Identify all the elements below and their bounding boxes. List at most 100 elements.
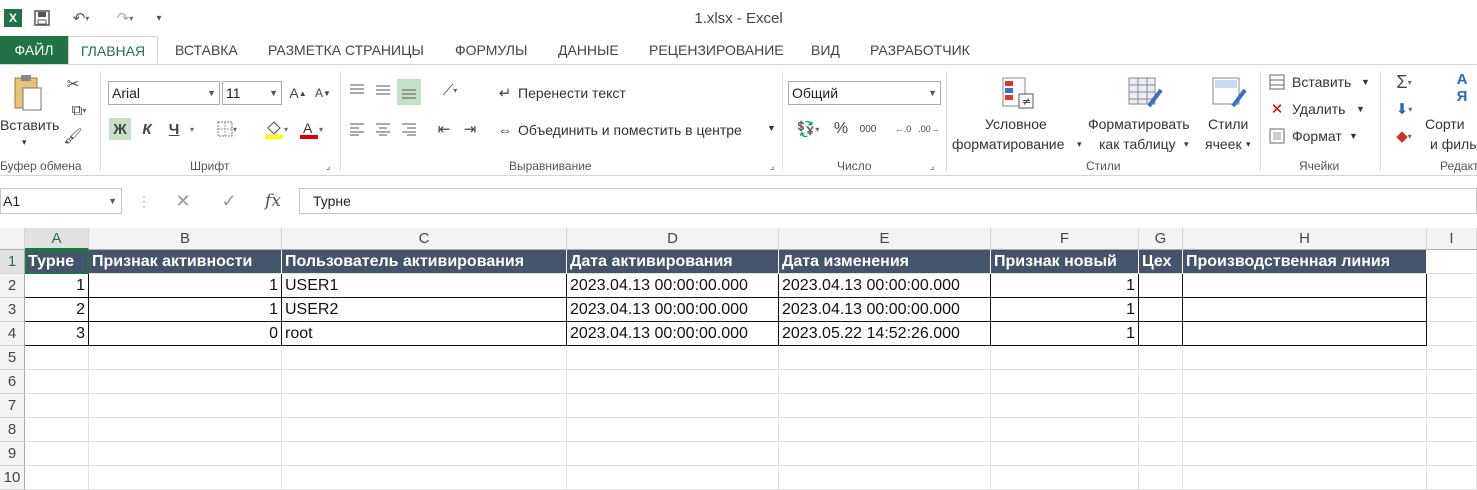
align-center-icon[interactable] — [372, 118, 394, 140]
row-header-1[interactable]: 1 — [0, 250, 25, 274]
cell-h5[interactable] — [1183, 346, 1427, 370]
cell-d2[interactable]: 2023.04.13 00:00:00.000 — [567, 274, 779, 298]
column-header-f[interactable]: F — [991, 228, 1139, 250]
font-color-icon[interactable]: A ▾ — [296, 118, 326, 140]
paste-button[interactable]: Вставить — [0, 117, 59, 133]
sort-filter-label-2[interactable]: и филь — [1430, 136, 1477, 152]
currency-format-icon[interactable]: 💱 ▾ — [790, 118, 826, 140]
cell-f10[interactable] — [991, 466, 1139, 490]
row-header-9[interactable]: 9 — [0, 442, 25, 466]
copy-icon[interactable]: ⧉ ▾ — [62, 99, 96, 121]
merge-center-icon[interactable]: ⇔ — [494, 119, 516, 141]
sort-filter-icon[interactable]: AЯ — [1447, 71, 1477, 105]
cell-g3[interactable] — [1139, 298, 1183, 322]
cell-f2[interactable]: 1 — [991, 274, 1139, 298]
cell-b2[interactable]: 1 — [89, 274, 282, 298]
column-header-d[interactable]: D — [567, 228, 779, 250]
tab-page-layout[interactable]: РАЗМЕТКА СТРАНИЦЫ — [268, 36, 424, 64]
table-header-cell[interactable]: Дата изменения — [779, 250, 991, 274]
conditional-formatting-dropdown-icon[interactable]: ▾ — [1077, 139, 1082, 150]
cell-i2[interactable] — [1427, 274, 1477, 298]
cell-h3[interactable] — [1183, 298, 1427, 322]
cell-styles-dropdown-icon[interactable]: ▾ — [1246, 139, 1251, 150]
cell-e8[interactable] — [779, 418, 991, 442]
decrease-indent-icon[interactable]: ⇤ — [433, 118, 455, 140]
row-header-10[interactable]: 10 — [0, 466, 25, 490]
delete-cells-button[interactable]: Удалить — [1292, 101, 1345, 117]
tab-home[interactable]: ГЛАВНАЯ — [68, 36, 158, 64]
number-format-select[interactable]: Общий ▼ — [788, 81, 941, 105]
underline-dropdown-icon[interactable]: ▾ — [186, 118, 198, 140]
cell-d10[interactable] — [567, 466, 779, 490]
cell-a8[interactable] — [25, 418, 89, 442]
paste-dropdown-icon[interactable]: ▾ — [22, 137, 27, 148]
align-top-icon[interactable] — [346, 79, 368, 101]
cell-c5[interactable] — [282, 346, 567, 370]
format-cells-icon[interactable] — [1268, 125, 1286, 147]
format-as-table-label-2[interactable]: как таблицу — [1099, 136, 1176, 152]
table-header-cell[interactable]: Цех — [1139, 250, 1183, 274]
column-header-g[interactable]: G — [1139, 228, 1183, 250]
cell-b5[interactable] — [89, 346, 282, 370]
enter-icon[interactable]: ✓ — [218, 190, 240, 212]
cell-h4[interactable] — [1183, 322, 1427, 346]
column-header-h[interactable]: H — [1183, 228, 1427, 250]
align-right-icon[interactable] — [398, 118, 420, 140]
cell-c8[interactable] — [282, 418, 567, 442]
sort-filter-label-1[interactable]: Сорти — [1425, 116, 1465, 132]
fill-icon[interactable]: ⬇ ▾ — [1386, 98, 1422, 120]
cell-d6[interactable] — [567, 370, 779, 394]
tab-data[interactable]: ДАННЫЕ — [558, 36, 619, 64]
row-header-8[interactable]: 8 — [0, 418, 25, 442]
cell-c10[interactable] — [282, 466, 567, 490]
cell-h10[interactable] — [1183, 466, 1427, 490]
paste-icon[interactable] — [10, 73, 46, 113]
cell-g2[interactable] — [1139, 274, 1183, 298]
decrease-decimal-icon[interactable]: .00→ — [918, 118, 940, 140]
name-box[interactable]: A1 ▼ — [0, 188, 122, 214]
cell-h6[interactable] — [1183, 370, 1427, 394]
borders-icon[interactable]: ▾ — [210, 118, 244, 140]
cell-a9[interactable] — [25, 442, 89, 466]
delete-cells-icon[interactable]: ✕ — [1268, 98, 1286, 120]
cell-e6[interactable] — [779, 370, 991, 394]
decrease-font-icon[interactable]: A ▼ — [312, 82, 334, 104]
table-header-cell[interactable]: Пользователь активирования — [282, 250, 567, 274]
cell-b8[interactable] — [89, 418, 282, 442]
cell-h9[interactable] — [1183, 442, 1427, 466]
cell-d4[interactable]: 2023.04.13 00:00:00.000 — [567, 322, 779, 346]
table-header-cell[interactable]: Дата активирования — [567, 250, 779, 274]
table-header-cell[interactable]: Турне — [25, 250, 89, 274]
cell-i8[interactable] — [1427, 418, 1477, 442]
italic-button[interactable]: К — [136, 118, 158, 140]
cell-f8[interactable] — [991, 418, 1139, 442]
cell-a2[interactable]: 1 — [25, 274, 89, 298]
cell-e3[interactable]: 2023.04.13 00:00:00.000 — [779, 298, 991, 322]
cell-h7[interactable] — [1183, 394, 1427, 418]
alignment-dialog-launcher-icon[interactable]: ⌟ — [770, 161, 774, 172]
cell-g5[interactable] — [1139, 346, 1183, 370]
cell-c3[interactable]: USER2 — [282, 298, 567, 322]
cell-f3[interactable]: 1 — [991, 298, 1139, 322]
cell-e5[interactable] — [779, 346, 991, 370]
cell-i4[interactable] — [1427, 322, 1477, 346]
delete-cells-dropdown-icon[interactable]: ▼ — [1356, 104, 1365, 114]
conditional-formatting-label-2[interactable]: форматирование — [952, 136, 1064, 152]
cell-i6[interactable] — [1427, 370, 1477, 394]
increase-indent-icon[interactable]: ⇥ — [459, 118, 481, 140]
merge-dropdown-icon[interactable]: ▼ — [767, 123, 776, 133]
cell-b6[interactable] — [89, 370, 282, 394]
align-middle-icon[interactable] — [372, 79, 394, 101]
row-header-4[interactable]: 4 — [0, 322, 25, 346]
font-size-select[interactable]: 11 ▼ — [222, 81, 282, 105]
cell-c4[interactable]: root — [282, 322, 567, 346]
cell-g7[interactable] — [1139, 394, 1183, 418]
merge-center-button[interactable]: Объединить и поместить в центре — [518, 122, 742, 138]
cell-d3[interactable]: 2023.04.13 00:00:00.000 — [567, 298, 779, 322]
increase-font-icon[interactable]: A ▲ — [287, 82, 309, 104]
cell-a10[interactable] — [25, 466, 89, 490]
cell-b4[interactable]: 0 — [89, 322, 282, 346]
cell-a3[interactable]: 2 — [25, 298, 89, 322]
cell-f7[interactable] — [991, 394, 1139, 418]
wrap-text-icon[interactable]: ↵ — [494, 82, 516, 104]
